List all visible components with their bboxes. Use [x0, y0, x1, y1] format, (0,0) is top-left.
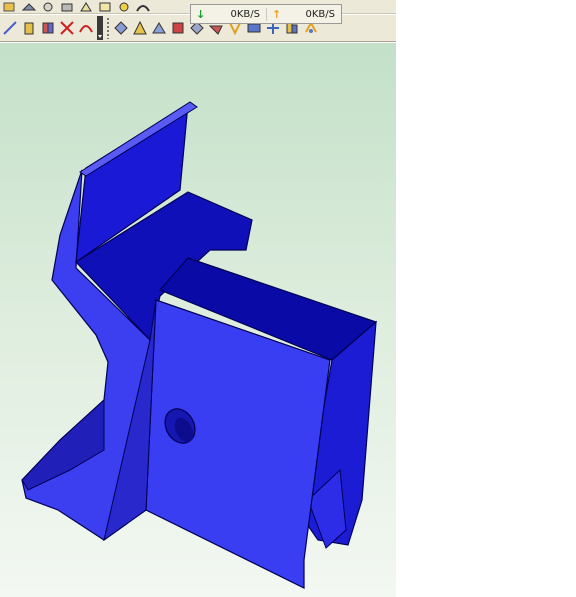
sweep-icon[interactable] — [59, 1, 75, 13]
3d-model[interactable] — [0, 43, 396, 597]
pyramid-icon[interactable] — [151, 20, 167, 36]
shell-icon[interactable] — [97, 1, 113, 13]
sketch-icon[interactable] — [2, 1, 18, 13]
upload-speed: ↑ 0KB/S — [266, 7, 341, 21]
draft-icon[interactable] — [116, 1, 132, 13]
network-speed-meter: ↓ 0KB/S ↑ 0KB/S — [190, 4, 342, 24]
cylinder-icon[interactable] — [21, 20, 37, 36]
upload-speed-value: 0KB/S — [305, 8, 336, 20]
fillet-icon[interactable] — [135, 1, 151, 13]
line-icon[interactable] — [2, 20, 18, 36]
cone-icon[interactable] — [132, 20, 148, 36]
grip-handle[interactable] — [97, 16, 103, 40]
split-icon[interactable] — [40, 20, 56, 36]
3d-viewport[interactable] — [0, 43, 396, 597]
measure-icon[interactable] — [170, 20, 186, 36]
download-speed-value: 0KB/S — [230, 8, 261, 20]
cad-application-window: ↓ 0KB/S ↑ 0KB/S — [0, 0, 396, 597]
download-arrow-icon: ↓ — [196, 7, 206, 21]
plane-icon[interactable] — [113, 20, 129, 36]
download-speed: ↓ 0KB/S — [191, 8, 266, 21]
revolve-icon[interactable] — [40, 1, 56, 13]
extrude-icon[interactable] — [21, 1, 37, 13]
trim-icon[interactable] — [59, 20, 75, 36]
loft-icon[interactable] — [78, 1, 94, 13]
upload-arrow-icon: ↑ — [272, 7, 282, 21]
toolbar-separator — [106, 17, 110, 39]
arc-icon[interactable] — [78, 20, 94, 36]
